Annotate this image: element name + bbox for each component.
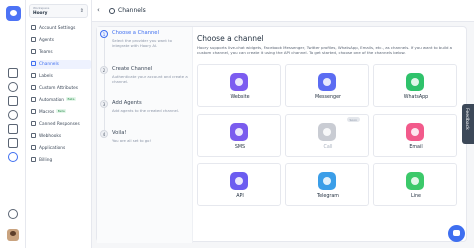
step-title: Add Agents [112,100,142,106]
messenger-icon [318,73,336,91]
line-icon [406,172,424,190]
channel-label: Telegram [317,194,339,199]
channel-label: Line [411,194,421,199]
inbox-icon[interactable] [8,68,18,78]
workspace-switcher[interactable]: Workspace Hoory ⇕ [29,4,88,18]
channel-wizard: 1 Choose a Channel Select the provider y… [96,26,468,243]
hoory-logo-icon[interactable] [6,6,21,21]
channel-label: SMS [234,145,246,150]
sms-icon [230,123,248,141]
custom-attributes-icon [31,84,36,90]
automation-icon [31,96,36,102]
labels-icon [31,72,36,78]
page-title: Channels [118,7,146,14]
sidebar-item-applications[interactable]: Applications [31,144,91,153]
macros-icon [31,108,36,114]
applications-icon [31,144,36,150]
workspace-caption: Workspace [33,6,50,10]
app-root: Workspace Hoory ⇕ Account Settings Agent… [0,0,474,248]
step-description: You are all set to go! [112,138,152,143]
sidebar-item-account-settings[interactable]: Account Settings [31,24,91,33]
swap-icon: ⇕ [79,8,84,14]
phone-icon [318,123,336,141]
sidebar-item-channels[interactable]: Channels [31,60,91,69]
channel-tile-email[interactable]: Email [373,114,457,157]
teams-icon [31,48,36,54]
step-description: Authenticate your account and create a c… [112,74,188,84]
sidebar-item-labels[interactable]: Labels [31,72,91,81]
sidebar-item-canned-responses[interactable]: Canned Responses [31,120,91,129]
sidebar-item-custom-attributes[interactable]: Custom Attributes [31,84,91,93]
channel-label: API [236,194,244,199]
wizard-steps: 1 Choose a Channel Select the provider y… [97,27,193,243]
channel-tile-api[interactable]: API [197,163,281,206]
step-number: 2 [100,66,108,74]
step-title: Choose a Channel [112,30,159,36]
settings-icon[interactable] [8,152,18,162]
chat-bubble-icon[interactable] [448,225,465,242]
sidebar-item-macros[interactable]: Macros Beta [31,108,91,117]
whatsapp-icon [406,73,424,91]
notifications-bell-icon[interactable] [8,209,18,219]
step-number: 4 [100,130,108,138]
globe-icon [230,73,248,91]
help-center-icon[interactable] [8,124,18,134]
gear-icon [109,8,115,14]
billing-icon [31,156,36,162]
channel-label: Call [323,145,333,150]
beta-badge: Beta [56,109,67,113]
channels-icon [31,60,36,66]
step-number: 3 [100,100,108,108]
step-description: Select the provider you want to integrat… [112,38,172,48]
step-description: Add agents to the created channel. [112,108,180,113]
step-number: 1 [100,30,108,38]
channel-label: WhatsApp [403,95,429,100]
icon-rail [0,0,26,248]
settings-sidebar: Workspace Hoory ⇕ Account Settings Agent… [26,0,92,248]
api-icon [230,172,248,190]
section-description: Hoory supports live-chat widgets, Facebo… [197,45,453,55]
feedback-label: Feedback [464,108,469,130]
channel-tile-whatsapp[interactable]: WhatsApp [373,64,457,107]
channel-label: Website [230,95,250,100]
channel-tile-line[interactable]: Line [373,163,457,206]
page-header: ‹ Channels [92,0,474,22]
channel-tile-call: Soon Call [285,114,369,157]
sidebar-item-teams[interactable]: Teams [31,48,91,57]
webhooks-icon [31,132,36,138]
soon-badge: Soon [346,117,360,122]
channel-tile-sms[interactable]: SMS [197,114,281,157]
channel-tile-messenger[interactable]: Messenger [285,64,369,107]
feedback-tab[interactable]: Feedback [462,104,474,144]
chevron-left-icon[interactable]: ‹ [97,6,100,14]
telegram-icon [318,172,336,190]
channel-label: Messenger [314,95,342,100]
step-title: Create Channel [112,66,153,72]
contacts-icon[interactable] [8,82,18,92]
section-heading: Choose a channel [197,34,264,43]
step-title: Voila! [112,130,127,136]
avatar[interactable] [7,229,19,241]
workspace-name: Hoory [33,11,48,16]
campaigns-icon[interactable] [8,110,18,120]
agents-icon [31,36,36,42]
account-settings-icon [31,24,36,30]
mail-icon [406,123,424,141]
beta-badge: Beta [66,97,76,101]
sidebar-item-webhooks[interactable]: Webhooks [31,132,91,141]
channel-chooser: Choose a channel Hoory supports live-cha… [197,27,468,243]
reports-icon[interactable] [8,96,18,106]
channel-tile-website[interactable]: Website [197,64,281,107]
channel-label: Email [409,145,423,150]
sidebar-item-billing[interactable]: Billing [31,156,91,165]
canned-responses-icon [31,120,36,126]
channel-tile-telegram[interactable]: Telegram [285,163,369,206]
integrations-icon[interactable] [8,138,18,148]
sidebar-item-agents[interactable]: Agents [31,36,91,45]
sidebar-item-automation[interactable]: Automation Beta [31,96,91,105]
steps-connector [104,37,105,137]
